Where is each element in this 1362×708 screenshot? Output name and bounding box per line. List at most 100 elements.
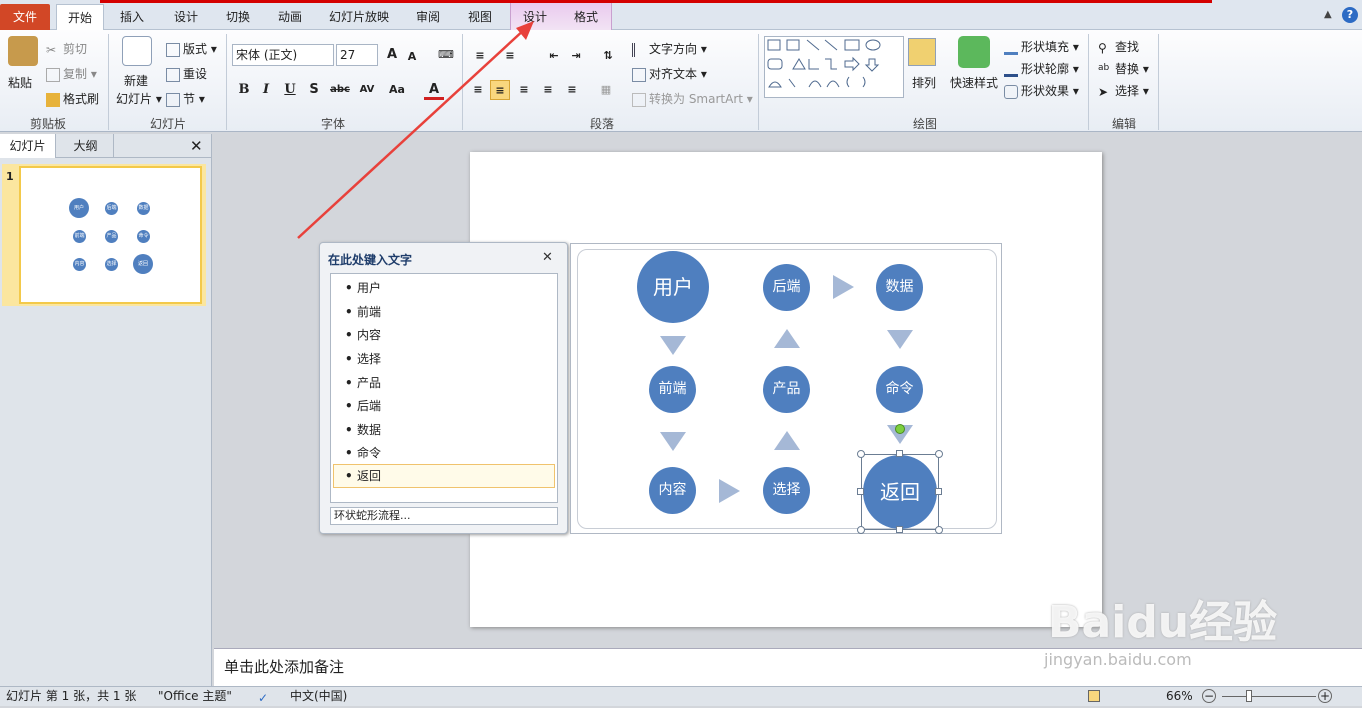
align-text-button[interactable]: 对齐文本 ▾ (632, 65, 707, 82)
replace-icon: ab (1098, 62, 1110, 73)
shape-effects-button[interactable]: 形状效果 ▾ (1004, 82, 1079, 99)
resize-handle[interactable] (935, 450, 943, 458)
tab-design[interactable]: 设计 (166, 4, 206, 30)
node-data[interactable]: 数据 (876, 264, 923, 311)
format-painter-button[interactable]: 格式刷 (46, 90, 99, 107)
tab-slides[interactable]: 幻灯片 (0, 134, 56, 158)
find-button[interactable]: ⚲ 查找 (1098, 38, 1139, 55)
columns-icon[interactable]: ▦ (596, 80, 616, 100)
tab-file[interactable]: 文件 (0, 4, 50, 30)
zoom-slider-thumb[interactable] (1246, 690, 1252, 702)
spell-check-icon[interactable]: ✓ (258, 689, 272, 705)
close-icon[interactable]: ✕ (190, 137, 203, 155)
zoom-level[interactable]: 66% (1166, 687, 1193, 706)
arrow-right (833, 275, 854, 299)
new-slide-label-2[interactable]: 幻灯片 ▾ (116, 90, 162, 107)
list-item[interactable]: 前端 (345, 302, 381, 322)
shape-outline-button[interactable]: 形状轮廓 ▾ (1004, 60, 1079, 77)
tab-transitions[interactable]: 切换 (218, 4, 258, 30)
paste-button[interactable]: 粘贴 (8, 74, 32, 91)
list-item[interactable]: 数据 (345, 420, 381, 440)
thumb-node: 数据 (137, 202, 150, 215)
separator (1088, 34, 1089, 130)
resize-handle[interactable] (935, 526, 943, 534)
resize-handle[interactable] (896, 450, 903, 457)
text-pane-title: 在此处键入文字 (328, 253, 413, 267)
slides-group-label: 幻灯片 (149, 117, 186, 131)
replace-button[interactable]: ab 替换 ▾ (1098, 60, 1149, 77)
text-direction-button[interactable]: 文字方向 ▾ (632, 40, 707, 57)
node-select[interactable]: 选择 (763, 467, 810, 514)
node-user[interactable]: 用户 (637, 251, 709, 323)
text-pane-list[interactable]: 用户 前端 内容 选择 产品 后端 数据 命令 返回 (330, 273, 558, 503)
new-slide-label[interactable]: 新建 (124, 72, 148, 89)
shapes-gallery[interactable] (764, 36, 904, 98)
watermark-url: jingyan.baidu.com (1044, 650, 1192, 669)
quick-styles-icon[interactable] (958, 36, 990, 68)
layout-button[interactable]: 版式 ▾ (166, 40, 217, 57)
convert-smartart-button[interactable]: 转换为 SmartArt ▾ (632, 90, 753, 107)
bold-icon[interactable]: B (234, 80, 254, 100)
resize-handle[interactable] (935, 488, 942, 495)
thumb-node: 产品 (105, 230, 118, 243)
paste-icon[interactable] (8, 36, 38, 66)
arrange-icon[interactable] (908, 38, 936, 66)
minimize-ribbon-icon[interactable]: ▲ (1324, 9, 1332, 20)
language[interactable]: 中文(中国) (290, 687, 347, 706)
list-item[interactable]: 选择 (345, 349, 381, 369)
shape-fill-button[interactable]: 形状填充 ▾ (1004, 38, 1079, 55)
tab-insert[interactable]: 插入 (112, 4, 152, 30)
zoom-in-icon[interactable]: + (1318, 689, 1332, 703)
resize-handle[interactable] (857, 526, 865, 534)
slide-thumbnail[interactable]: 用户 后端 数据 前端 产品 命令 内容 选择 返回 (19, 166, 202, 304)
clipboard-group-label: 剪贴板 (29, 117, 66, 131)
close-icon[interactable]: ✕ (542, 250, 553, 265)
copy-button[interactable]: 复制 ▾ (46, 65, 97, 82)
line-spacing-icon[interactable]: ⇅ (598, 46, 618, 66)
italic-icon[interactable]: I (256, 80, 276, 100)
rotate-handle[interactable] (895, 424, 905, 434)
tab-home[interactable]: 开始 (56, 4, 104, 30)
text-direction-icon (632, 42, 646, 57)
list-item[interactable]: 产品 (345, 373, 381, 393)
arrange-button[interactable]: 排列 (912, 74, 936, 91)
list-item[interactable]: 后端 (345, 396, 381, 416)
select-button[interactable]: ➤ 选择 ▾ (1098, 82, 1149, 99)
zoom-slider-track[interactable] (1222, 696, 1316, 697)
separator (108, 34, 109, 130)
scissors-icon: ✂ (46, 42, 57, 57)
tab-outline[interactable]: 大纲 (58, 134, 114, 158)
increase-indent-icon[interactable]: ⇥ (566, 46, 586, 66)
distribute-icon[interactable]: ≡ (562, 80, 582, 100)
list-item[interactable]: 内容 (345, 325, 381, 345)
normal-view-icon[interactable] (1088, 690, 1100, 702)
node-backend[interactable]: 后端 (763, 264, 810, 311)
separator (226, 34, 227, 130)
effects-icon (1004, 84, 1018, 99)
new-slide-icon[interactable] (122, 36, 152, 66)
smartart-text-pane: 在此处键入文字 ✕ 用户 前端 内容 选择 产品 后端 数据 命令 返回 环状蛇… (319, 242, 568, 534)
node-frontend[interactable]: 前端 (649, 366, 696, 413)
list-item[interactable]: 返回 (345, 466, 381, 486)
smartart-icon (632, 92, 646, 107)
node-command[interactable]: 命令 (876, 366, 923, 413)
copy-icon (46, 67, 60, 82)
quick-styles-button[interactable]: 快速样式 (950, 74, 998, 91)
list-item[interactable]: 用户 (345, 278, 381, 298)
node-product[interactable]: 产品 (763, 366, 810, 413)
reset-button[interactable]: 重设 (166, 65, 207, 82)
resize-handle[interactable] (857, 450, 865, 458)
list-item[interactable]: 命令 (345, 443, 381, 463)
section-button[interactable]: 节 ▾ (166, 90, 205, 107)
theme-name[interactable]: "Office 主题" (158, 687, 232, 706)
smartart-frame[interactable]: 用户 后端 数据 前端 产品 命令 内容 选择 返回 (570, 243, 1002, 534)
zoom-out-icon[interactable]: − (1202, 689, 1216, 703)
resize-handle[interactable] (896, 526, 903, 533)
layout-name-link[interactable]: 环状蛇形流程... (330, 507, 558, 525)
resize-handle[interactable] (857, 488, 864, 495)
cursor-icon: ➤ (1098, 84, 1109, 99)
cut-button[interactable]: ✂ 剪切 (46, 40, 87, 57)
help-icon[interactable]: ? (1342, 7, 1358, 23)
node-content[interactable]: 内容 (649, 467, 696, 514)
tab-smartart-format[interactable]: 格式 (566, 4, 606, 30)
